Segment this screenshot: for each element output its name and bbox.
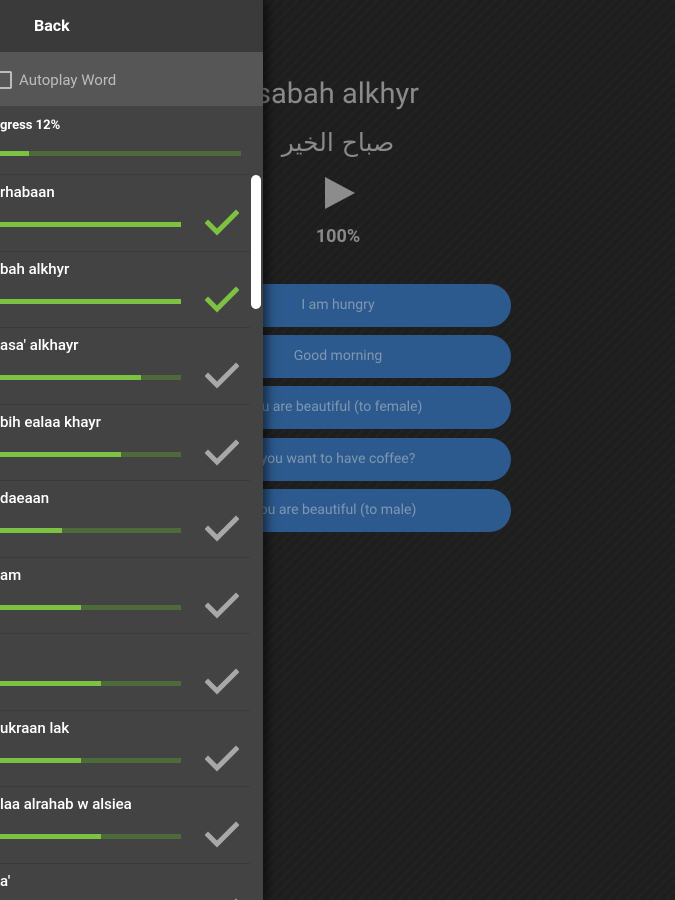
play-icon[interactable] [322,176,356,210]
word-progress-fill [0,757,82,763]
word-progress-fill [0,834,102,839]
drawer-header: Back [0,0,263,52]
word-list-item-label: asa' alkhayr [0,336,79,354]
autoplay-checkbox[interactable] [0,71,12,89]
checkmark-icon [204,438,240,467]
word-list-item-label: a' [0,871,11,890]
scrollbar-thumb[interactable] [251,175,261,309]
word-list-item[interactable] [0,633,250,709]
word-list-item[interactable]: am [0,556,250,633]
word-list-item[interactable]: ukraan lak [0,709,250,786]
word-list-item-label: am [0,565,22,584]
word-list-item[interactable]: a' [0,862,250,900]
progress-bar-fill [0,151,29,156]
overall-progress: gress 12% [0,106,263,174]
navigation-drawer: Back Autoplay Word gress 12% rhabaan bah … [0,0,263,900]
word-list-item[interactable]: bah alkhyr [0,250,250,327]
word-list-item-label: laa alrahab w alsiea [0,795,132,813]
word-progress-bar [0,604,181,610]
word-progress-bar [0,375,181,380]
checkmark-icon [204,821,240,849]
word-progress-fill [0,528,62,533]
autoplay-toggle[interactable]: Autoplay Word [0,52,263,106]
word-progress-fill [0,451,122,457]
checkmark-icon [204,515,240,543]
checkmark-icon [204,591,240,620]
word-list-item[interactable]: daeaan [0,480,250,556]
word-progress-bar [0,222,181,227]
autoplay-label: Autoplay Word [19,71,117,89]
word-progress-bar [0,757,181,763]
word-list-item-label: ukraan lak [0,718,70,737]
word-progress-fill [0,222,181,227]
word-progress-bar [0,834,181,839]
word-list-item-label: bah alkhyr [0,259,70,278]
word-list-item[interactable]: rhabaan [0,174,250,250]
word-list-item[interactable]: asa' alkhayr [0,327,250,403]
word-progress-bar [0,528,181,533]
word-progress-fill [0,375,142,380]
checkmark-icon [204,362,240,390]
word-list-item[interactable]: bih ealaa khayr [0,403,250,480]
progress-bar [0,151,241,156]
progress-label: gress 12% [0,118,61,133]
checkmark-icon [204,209,240,237]
checkmark-icon [204,744,240,773]
word-arabic-text: صباح الخير [281,128,395,157]
word-progress-fill [0,681,102,686]
word-list-item-label: bih ealaa khayr [0,412,101,431]
word-list-item-label: rhabaan [0,183,55,201]
checkmark-icon [204,285,240,314]
word-progress-fill [0,604,82,610]
word-progress-bar [0,681,181,686]
word-list-item-label: daeaan [0,489,50,507]
word-list-item[interactable]: laa alrahab w alsiea [0,786,250,862]
checkmark-icon [204,668,240,696]
word-progress-bar [0,451,181,457]
word-progress-fill [0,298,181,304]
back-button[interactable]: Back [34,16,70,35]
score-percent: 100% [315,226,361,247]
word-progress-bar [0,298,181,304]
